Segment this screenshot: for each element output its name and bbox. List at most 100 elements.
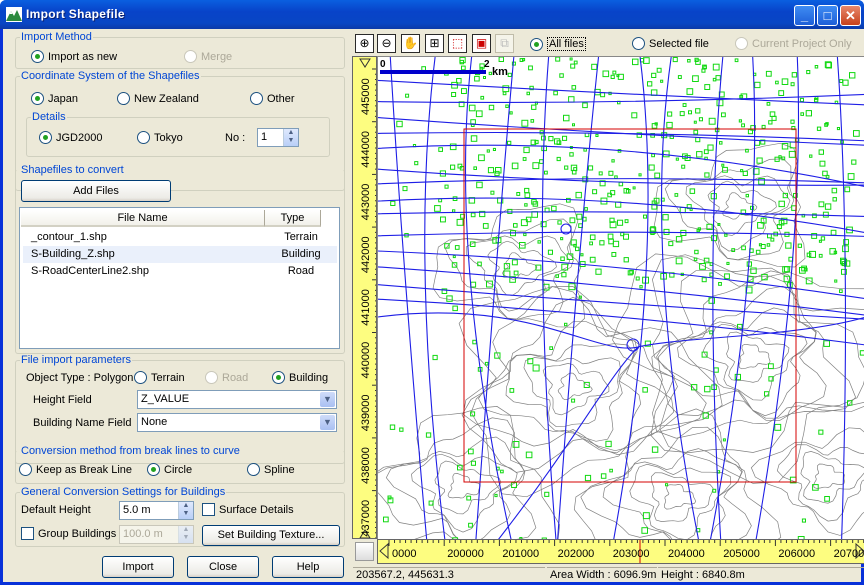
fit-extent-icon[interactable]: ⊞ [425, 34, 444, 53]
building-footprint [490, 190, 495, 195]
building-footprint [623, 257, 629, 263]
table-row[interactable]: _contour_1.shp Terrain [23, 229, 337, 246]
selected-file-radio[interactable]: Selected file [632, 37, 709, 50]
group-buildings-distance-stepper[interactable]: 100.0 m ▲ ▼ [119, 525, 194, 544]
building-footprint [722, 166, 728, 173]
minimize-button[interactable]: _ [794, 5, 815, 26]
column-header-type[interactable]: Type [265, 210, 321, 227]
number-stepper[interactable]: 1 ▲ ▼ [257, 128, 299, 147]
contour-line [478, 321, 642, 454]
horizontal-ruler[interactable]: 0000 200000 201000 202000 203000 204000 205000… [377, 539, 864, 564]
building-footprint [484, 361, 489, 366]
table-row[interactable]: S-Building_Z.shp Building [23, 246, 337, 263]
table-row[interactable]: S-RoadCenterLine2.shp Road [23, 263, 337, 280]
zoom-out-icon[interactable]: ⊖ [377, 34, 396, 53]
building-footprint [452, 305, 458, 312]
spin-arrows-icon[interactable]: ▲ ▼ [178, 526, 193, 543]
help-button[interactable]: Help [272, 556, 344, 578]
merge-radio[interactable]: Merge [184, 50, 232, 63]
spin-arrows-icon[interactable]: ▲ ▼ [283, 129, 298, 146]
building-footprint [591, 63, 598, 70]
all-files-radio[interactable]: All files [530, 37, 586, 51]
ruler-corner-button[interactable] [355, 542, 374, 561]
building-footprint [528, 65, 533, 71]
building-footprint [446, 295, 453, 302]
close-button[interactable]: Close [187, 556, 259, 578]
building-footprint [765, 70, 772, 77]
set-building-texture-button[interactable]: Set Building Texture... [202, 525, 340, 546]
road-radio[interactable]: Road [205, 371, 248, 384]
column-header-file-name[interactable]: File Name [21, 210, 265, 227]
add-files-button[interactable]: Add Files [21, 180, 171, 202]
keep-break-line-radio[interactable]: Keep as Break Line [19, 463, 132, 476]
chevron-down-icon[interactable]: ▼ [320, 415, 335, 430]
import-as-new-radio[interactable]: Import as new [31, 50, 117, 63]
building-footprint [600, 473, 607, 479]
building-footprint [754, 140, 761, 146]
current-project-only-radio[interactable]: Current Project Only [735, 37, 852, 50]
vertical-ruler[interactable]: 445000 444000 443000 442000 441000 440000 4390… [352, 56, 377, 539]
tokyo-radio[interactable]: Tokyo [137, 131, 183, 144]
radio-label: Keep as Break Line [36, 463, 133, 476]
radio-circle [272, 371, 285, 384]
building-footprint [638, 173, 642, 177]
building-radio[interactable]: Building [272, 371, 328, 384]
terrain-radio[interactable]: Terrain [134, 371, 185, 384]
surface-details-checkbox[interactable]: Surface Details [202, 503, 294, 516]
building-footprint [524, 187, 530, 194]
building-footprint [569, 57, 573, 61]
building-footprint [818, 149, 825, 155]
japan-radio[interactable]: Japan [31, 92, 78, 105]
building-footprint [839, 289, 843, 294]
building-name-field-select[interactable]: None ▼ [137, 413, 337, 432]
spin-arrows-icon[interactable]: ▲ ▼ [178, 502, 193, 519]
zoom-box-icon[interactable]: ⬚ [448, 34, 467, 53]
file-type-cell: Terrain [284, 231, 318, 243]
radio-label: New Zealand [134, 92, 199, 105]
building-footprint [681, 164, 686, 169]
scroll-left-arrow-icon[interactable] [379, 542, 389, 560]
contour-line [651, 472, 714, 522]
file-type-cell: Building [281, 248, 321, 260]
building-footprint [767, 233, 772, 239]
pan-hand-icon[interactable]: ✋ [401, 34, 420, 53]
shapefile-list[interactable]: File Name Type _contour_1.shp Terrain S-B… [19, 207, 340, 349]
building-footprint [524, 203, 528, 207]
building-footprint [524, 192, 531, 199]
building-footprint [582, 102, 588, 109]
other-radio[interactable]: Other [250, 92, 295, 105]
building-footprint [709, 330, 714, 335]
default-height-label: Default Height [21, 504, 91, 516]
scroll-up-arrow-icon[interactable] [359, 58, 371, 68]
select-rect-icon[interactable]: ▣ [472, 34, 491, 53]
y-tick-label: 437000 [360, 500, 372, 537]
building-footprint [665, 483, 669, 487]
building-footprint [620, 232, 625, 237]
file-import-params-title: File import parameters [20, 354, 133, 366]
group-buildings-checkbox[interactable]: Group Buildings [21, 527, 116, 540]
close-window-button[interactable]: ✕ [840, 5, 861, 26]
building-footprint [609, 468, 613, 473]
building-footprint [502, 85, 510, 93]
radio-circle [205, 371, 218, 384]
maximize-button[interactable]: □ [817, 5, 838, 26]
x-tick-label: 201000 [502, 548, 539, 560]
building-footprint [851, 159, 857, 165]
radio-circle [530, 37, 543, 51]
height-field-select[interactable]: Z_VALUE ▼ [137, 390, 337, 409]
chevron-down-icon[interactable]: ▼ [320, 392, 335, 407]
new-zealand-radio[interactable]: New Zealand [117, 92, 199, 105]
circle-radio[interactable]: Circle [147, 463, 192, 476]
building-footprint [816, 126, 822, 131]
zoom-in-icon[interactable]: ⊕ [355, 34, 374, 53]
building-footprint [641, 527, 648, 534]
building-footprint [511, 259, 518, 266]
jgd2000-radio[interactable]: JGD2000 [39, 131, 102, 144]
spline-radio[interactable]: Spline [247, 463, 295, 476]
title-bar[interactable]: Import Shapefile _ □ ✕ [0, 0, 864, 29]
default-height-stepper[interactable]: 5.0 m ▲ ▼ [119, 501, 194, 520]
copy-icon[interactable]: ⧉ [495, 34, 514, 53]
import-button[interactable]: Import [102, 556, 174, 578]
map-canvas[interactable]: 0 2 km [377, 56, 864, 539]
radio-circle [19, 463, 32, 476]
